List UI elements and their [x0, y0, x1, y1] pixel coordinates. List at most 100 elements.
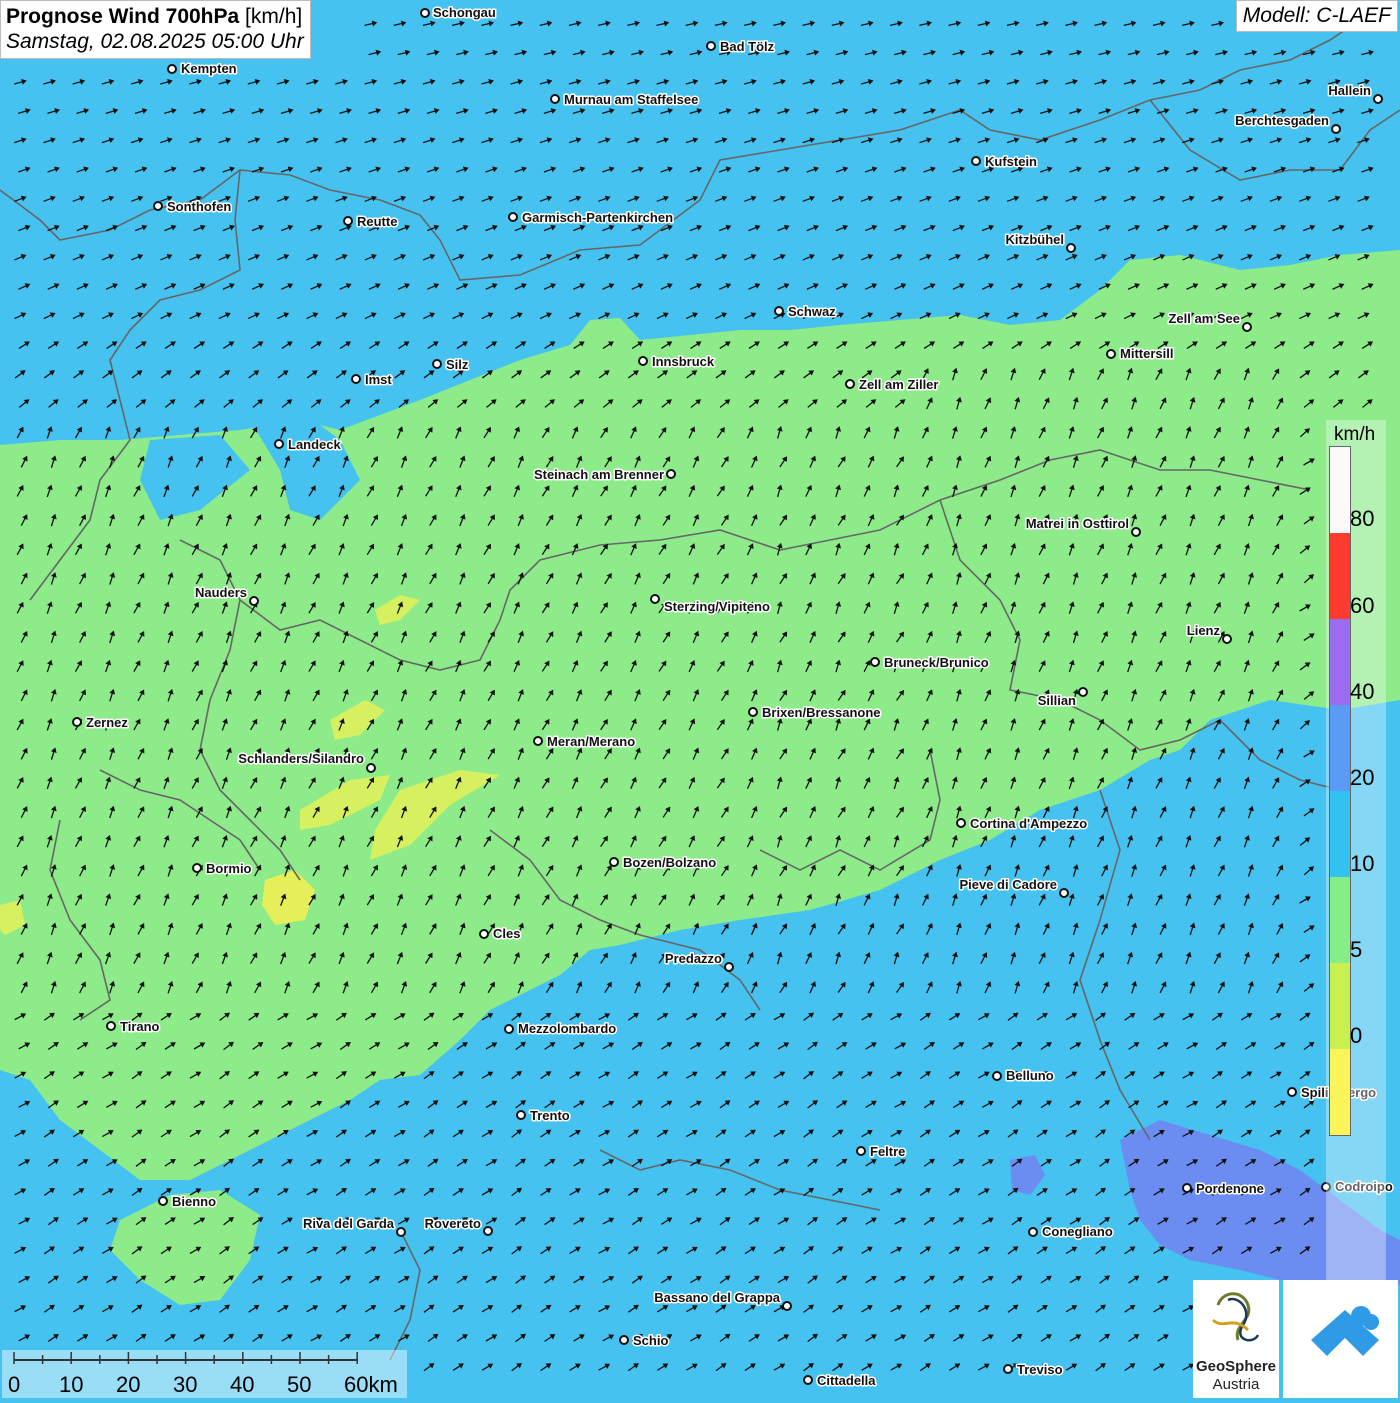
- city-marker: Steinach am Brenner: [532, 466, 676, 484]
- city-label: Silz: [446, 357, 469, 372]
- city-dot: [343, 216, 353, 226]
- city-label: Brixen/Bressanone: [762, 705, 881, 720]
- city-label: Feltre: [870, 1144, 905, 1159]
- city-dot: [192, 863, 202, 873]
- city-label: Imst: [365, 372, 392, 387]
- city-label: Kufstein: [985, 154, 1037, 169]
- city-dot: [1373, 94, 1383, 104]
- city-dot: [432, 359, 442, 369]
- city-label: Rovereto: [425, 1216, 481, 1231]
- city-label: Schwaz: [788, 304, 836, 319]
- city-marker: Bozen/Bolzano: [609, 854, 718, 872]
- app-cloud-icon: [1311, 1306, 1379, 1356]
- city-dot: [1222, 634, 1232, 644]
- scale-bar-line: [13, 1352, 358, 1364]
- scale-bar: 0 10 20 30 40 50 60km: [2, 1350, 407, 1398]
- city-label: Mezzolombardo: [518, 1021, 616, 1036]
- legend-swatch: [1330, 705, 1350, 791]
- city-dot: [1106, 349, 1116, 359]
- city-label: Tirano: [120, 1019, 160, 1034]
- city-marker: Brixen/Bressanone: [748, 704, 882, 722]
- map-title-unit: [km/h]: [245, 5, 303, 28]
- geosphere-emblem-icon: [1211, 1292, 1260, 1342]
- geosphere-country: Austria: [1212, 1376, 1260, 1393]
- legend-swatch: [1330, 533, 1350, 619]
- city-label: Cortina d'Ampezzo: [970, 816, 1087, 831]
- city-dot: [845, 379, 855, 389]
- map-title-bold: Prognose Wind 700hPa: [6, 5, 240, 28]
- city-label: Belluno: [1006, 1068, 1054, 1083]
- city-dot: [748, 707, 758, 717]
- city-label: Hallein: [1328, 83, 1371, 98]
- city-dot: [1131, 527, 1141, 537]
- legend-level-label: 40: [1350, 679, 1375, 704]
- city-dot: [396, 1227, 406, 1237]
- city-label: Pordenone: [1196, 1181, 1264, 1196]
- legend-level-label: 5: [1350, 937, 1363, 962]
- city-dot: [803, 1375, 813, 1385]
- city-dot: [366, 763, 376, 773]
- model-label: Modell: C-LAEF: [1235, 0, 1398, 32]
- scale-label: 50: [287, 1372, 312, 1397]
- city-dot: [992, 1071, 1002, 1081]
- legend-swatch: [1330, 619, 1350, 705]
- city-dot: [167, 64, 177, 74]
- city-dot: [706, 41, 716, 51]
- city-dot: [638, 356, 648, 366]
- city-label: Bormio: [206, 861, 252, 876]
- city-dot: [158, 1196, 168, 1206]
- city-dot: [666, 469, 676, 479]
- geosphere-name: GeoSphere: [1195, 1358, 1277, 1375]
- city-dot: [870, 657, 880, 667]
- legend-swatch: [1330, 1049, 1350, 1135]
- legend-level-label: 0: [1350, 1023, 1363, 1048]
- city-dot: [483, 1226, 493, 1236]
- city-label: Trento: [530, 1108, 570, 1123]
- city-dot: [420, 8, 430, 18]
- legend-swatch: [1330, 963, 1350, 1049]
- city-dot: [249, 596, 259, 606]
- city-dot: [508, 212, 518, 222]
- city-label: Schlanders/Silandro: [238, 751, 364, 766]
- city-dot: [504, 1024, 514, 1034]
- city-dot: [1028, 1227, 1038, 1237]
- map-title: Prognose Wind 700hPa [km/h]: [6, 4, 304, 29]
- wind-map: Schongau Bad Tölz Kempten Murnau am Staffel…: [0, 0, 1400, 1400]
- city-dot: [724, 962, 734, 972]
- city-dot: [1003, 1364, 1013, 1374]
- city-dot: [153, 201, 163, 211]
- city-label: Meran/Merano: [547, 734, 635, 749]
- city-label: Reutte: [357, 214, 397, 229]
- weather-app-logo[interactable]: [1283, 1280, 1398, 1398]
- city-dot: [619, 1335, 629, 1345]
- legend-unit: km/h: [1334, 424, 1376, 445]
- scale-label: 10: [59, 1372, 84, 1397]
- city-label: Bad Tölz: [720, 39, 775, 54]
- city-label: Cles: [493, 926, 520, 941]
- city-dot: [479, 929, 489, 939]
- legend-colorbar: [1329, 446, 1351, 1136]
- city-dot: [106, 1021, 116, 1031]
- legend-level-label: 60: [1350, 593, 1375, 618]
- city-marker: Mezzolombardo: [504, 1020, 618, 1038]
- legend-swatch: [1330, 877, 1350, 963]
- legend-swatch: [1330, 447, 1350, 533]
- city-label: Berchtesgaden: [1235, 113, 1329, 128]
- city-marker: Cortina d'Ampezzo: [956, 815, 1089, 833]
- city-label: Bienno: [172, 1194, 216, 1209]
- city-label: Bruneck/Brunico: [884, 655, 989, 670]
- city-dot: [1078, 687, 1088, 697]
- city-dot: [1331, 124, 1341, 134]
- city-dot: [72, 717, 82, 727]
- city-dot: [774, 306, 784, 316]
- legend-level-label: 20: [1350, 765, 1375, 790]
- city-label: Garmisch-Partenkirchen: [522, 210, 673, 225]
- city-dot: [351, 374, 361, 384]
- scale-label: 60km: [344, 1372, 398, 1397]
- city-label: Murnau am Staffelsee: [564, 92, 698, 107]
- city-label: Treviso: [1017, 1362, 1063, 1377]
- city-dot: [856, 1146, 866, 1156]
- city-dot: [650, 594, 660, 604]
- city-label: Schongau: [433, 5, 496, 20]
- city-label: Kitzbühel: [1006, 232, 1065, 247]
